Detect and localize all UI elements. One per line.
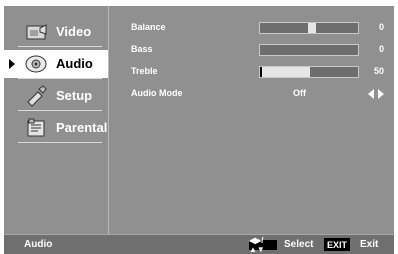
video-icon [26, 24, 47, 40]
treble-slider[interactable] [259, 66, 359, 78]
exit-hint-label: Exit [360, 239, 379, 250]
setup-icon [27, 85, 47, 107]
sidebar-item-label: Video [56, 24, 92, 39]
settings-panel: Balance 0 Bass 0 Treble 50 Audio Mode Of… [109, 6, 394, 234]
setting-row-audio-mode[interactable]: Audio Mode Off [109, 87, 394, 103]
audio-icon [25, 55, 47, 73]
balance-center-fill [308, 23, 316, 33]
treble-fill [262, 67, 310, 77]
exit-key-badge: EXIT [324, 238, 351, 251]
setting-value: 0 [378, 22, 384, 32]
footer-title: Audio [24, 239, 53, 250]
setting-value: 0 [378, 44, 384, 54]
sidebar-item-video[interactable]: Video [4, 18, 108, 46]
setting-value: 50 [373, 66, 384, 76]
setting-row-balance[interactable]: Balance 0 [109, 21, 394, 37]
menu-divider [18, 46, 102, 47]
setting-label: Treble [131, 66, 158, 76]
balance-slider[interactable] [259, 22, 359, 34]
sidebar-item-audio[interactable]: Audio [4, 50, 108, 78]
parental-icon [27, 118, 45, 137]
menu-divider [18, 110, 102, 111]
menu-divider [18, 78, 102, 79]
setting-label: Audio Mode [131, 88, 183, 98]
menu-divider [18, 142, 102, 143]
setting-label: Balance [131, 22, 166, 32]
sidebar-item-label: Setup [56, 88, 93, 103]
footer-bar: Audio ◀▶/▲▼ Select EXIT Exit [4, 234, 394, 254]
treble-marker [260, 67, 262, 77]
nav-arrows-icon: ◀▶/▲▼ [249, 236, 277, 254]
setting-row-bass[interactable]: Bass 0 [109, 43, 394, 59]
osd-menu: Video Audio Setup Parental Balance 0 Bas… [4, 6, 394, 254]
audio-mode-value: Off [293, 88, 306, 98]
setting-row-treble[interactable]: Treble 50 [109, 65, 394, 81]
selection-arrow-icon [9, 59, 15, 69]
left-right-arrows-icon[interactable] [368, 89, 384, 99]
sidebar-item-label: Audio [56, 56, 93, 71]
sidebar-item-setup[interactable]: Setup [4, 82, 108, 110]
sidebar: Video Audio Setup Parental [4, 6, 109, 234]
bass-slider[interactable] [259, 44, 359, 56]
sidebar-item-parental[interactable]: Parental [4, 114, 108, 142]
sidebar-item-label: Parental [56, 120, 108, 135]
setting-label: Bass [131, 44, 153, 54]
select-hint-label: Select [284, 239, 314, 250]
